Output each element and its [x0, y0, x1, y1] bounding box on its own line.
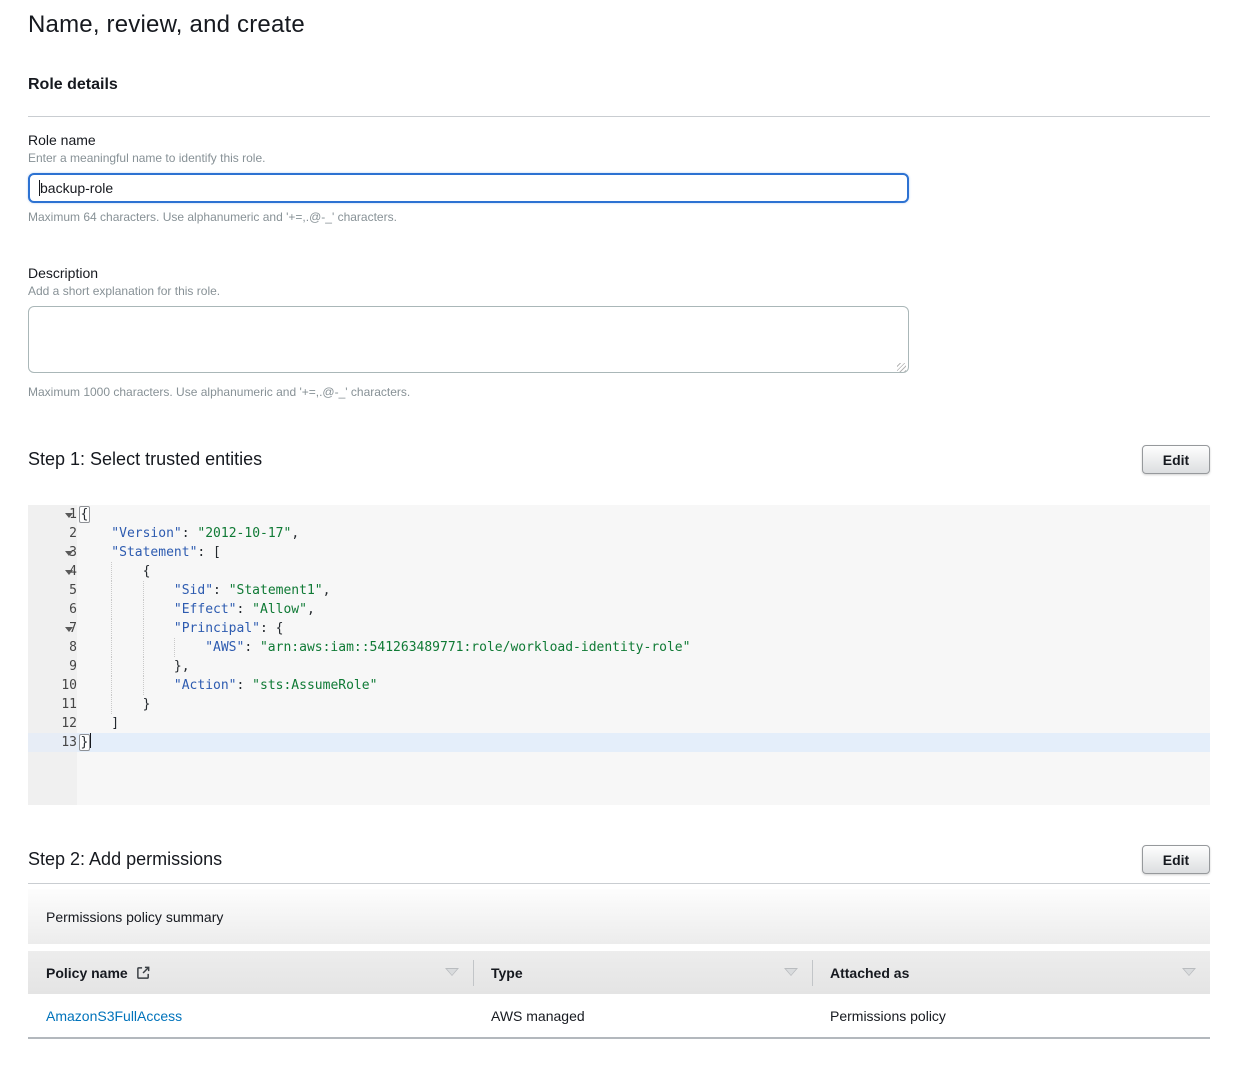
editor-caret	[90, 733, 91, 748]
line-number[interactable]: 7	[28, 619, 77, 638]
column-header-type[interactable]: Type	[473, 951, 812, 994]
editor-line: 3 "Statement": [	[28, 543, 1210, 562]
page-container: Name, review, and create Role details Ro…	[0, 0, 1242, 1079]
role-name-input-wrap	[28, 173, 909, 203]
editor-line: 8 "AWS": "arn:aws:iam::541263489771:role…	[28, 638, 1210, 657]
code-line[interactable]: "Sid": "Statement1",	[77, 581, 1210, 600]
description-label: Description	[28, 265, 1210, 281]
description-textarea[interactable]	[28, 306, 909, 373]
line-number[interactable]: 4	[28, 562, 77, 581]
role-name-input[interactable]	[28, 173, 909, 203]
description-field: Description Add a short explanation for …	[28, 265, 1210, 399]
code-line[interactable]: "Effect": "Allow",	[77, 600, 1210, 619]
step1-header-row: Step 1: Select trusted entities Edit	[28, 445, 1210, 474]
divider	[28, 883, 1210, 884]
editor-line: 11 }	[28, 695, 1210, 714]
code-line[interactable]: "Principal": {	[77, 619, 1210, 638]
editor-line: 9 },	[28, 657, 1210, 676]
code-line[interactable]: }	[77, 695, 1210, 714]
line-number: 9	[28, 657, 77, 676]
editor-line: 7 "Principal": {	[28, 619, 1210, 638]
code-line[interactable]: "AWS": "arn:aws:iam::541263489771:role/w…	[77, 638, 1210, 657]
line-number: 12	[28, 714, 77, 733]
table-header-row: Policy name Type Attached as	[28, 951, 1210, 994]
step2-header-row: Step 2: Add permissions Edit	[28, 845, 1210, 874]
filter-dropdown-icon[interactable]	[1182, 968, 1196, 976]
permissions-policy-table: Policy name Type Attached as	[28, 951, 1210, 1039]
policy-name-link[interactable]: AmazonS3FullAccess	[46, 1008, 182, 1024]
line-number: 2	[28, 524, 77, 543]
trust-policy-code-editor[interactable]: 1{2 "Version": "2012-10-17",3 "Statement…	[28, 505, 1210, 805]
editor-line: 4 {	[28, 562, 1210, 581]
role-name-hint: Enter a meaningful name to identify this…	[28, 151, 1210, 165]
role-name-field: Role name Enter a meaningful name to ide…	[28, 132, 1210, 224]
line-number: 13	[28, 733, 77, 752]
code-line[interactable]: {	[77, 562, 1210, 581]
line-number: 5	[28, 581, 77, 600]
step1-heading: Step 1: Select trusted entities	[28, 445, 262, 470]
step1-edit-button[interactable]: Edit	[1142, 445, 1210, 474]
fold-arrow-icon[interactable]	[65, 570, 73, 575]
code-line[interactable]: ]	[77, 714, 1210, 733]
divider	[28, 116, 1210, 117]
line-number: 6	[28, 600, 77, 619]
filter-dropdown-icon[interactable]	[784, 968, 798, 976]
editor-line: 1{	[28, 505, 1210, 524]
page-title: Name, review, and create	[28, 0, 1210, 39]
fold-arrow-icon[interactable]	[65, 627, 73, 632]
editor-line: 5 "Sid": "Statement1",	[28, 581, 1210, 600]
filter-dropdown-icon[interactable]	[445, 968, 459, 976]
cell-attached-as: Permissions policy	[812, 994, 1210, 1037]
cell-type: AWS managed	[473, 994, 812, 1037]
step2-heading: Step 2: Add permissions	[28, 845, 222, 870]
description-constraint: Maximum 1000 characters. Use alphanumeri…	[28, 385, 1210, 399]
editor-line: 2 "Version": "2012-10-17",	[28, 524, 1210, 543]
table-row: AmazonS3FullAccess AWS managed Permissio…	[28, 994, 1210, 1039]
description-hint: Add a short explanation for this role.	[28, 284, 1210, 298]
editor-line: 10 "Action": "sts:AssumeRole"	[28, 676, 1210, 695]
line-number: 10	[28, 676, 77, 695]
line-number[interactable]: 1	[28, 505, 77, 524]
editor-empty-area[interactable]	[28, 752, 1210, 805]
fold-arrow-icon[interactable]	[65, 551, 73, 556]
role-name-label: Role name	[28, 132, 1210, 148]
external-link-icon	[136, 965, 151, 980]
column-header-policy-name[interactable]: Policy name	[28, 951, 473, 994]
permissions-summary-panel-header: Permissions policy summary	[28, 889, 1210, 944]
role-details-heading: Role details	[28, 76, 1210, 94]
code-line[interactable]: "Action": "sts:AssumeRole"	[77, 676, 1210, 695]
line-number: 8	[28, 638, 77, 657]
text-caret	[39, 180, 40, 196]
editor-line: 12 ]	[28, 714, 1210, 733]
code-line[interactable]: "Version": "2012-10-17",	[77, 524, 1210, 543]
line-number: 11	[28, 695, 77, 714]
code-line[interactable]: {	[77, 505, 1210, 524]
code-line[interactable]: },	[77, 657, 1210, 676]
permissions-summary-title: Permissions policy summary	[46, 909, 223, 925]
step2-edit-button[interactable]: Edit	[1142, 845, 1210, 874]
editor-gutter	[28, 752, 77, 805]
line-number[interactable]: 3	[28, 543, 77, 562]
editor-line: 6 "Effect": "Allow",	[28, 600, 1210, 619]
description-textarea-wrap	[28, 306, 909, 378]
fold-arrow-icon[interactable]	[65, 513, 73, 518]
editor-line: 13}	[28, 733, 1210, 752]
code-line[interactable]: }	[77, 733, 1210, 752]
role-name-constraint: Maximum 64 characters. Use alphanumeric …	[28, 210, 1210, 224]
column-header-attached-as[interactable]: Attached as	[812, 951, 1210, 994]
code-line[interactable]: "Statement": [	[77, 543, 1210, 562]
cell-policy-name: AmazonS3FullAccess	[28, 994, 473, 1037]
